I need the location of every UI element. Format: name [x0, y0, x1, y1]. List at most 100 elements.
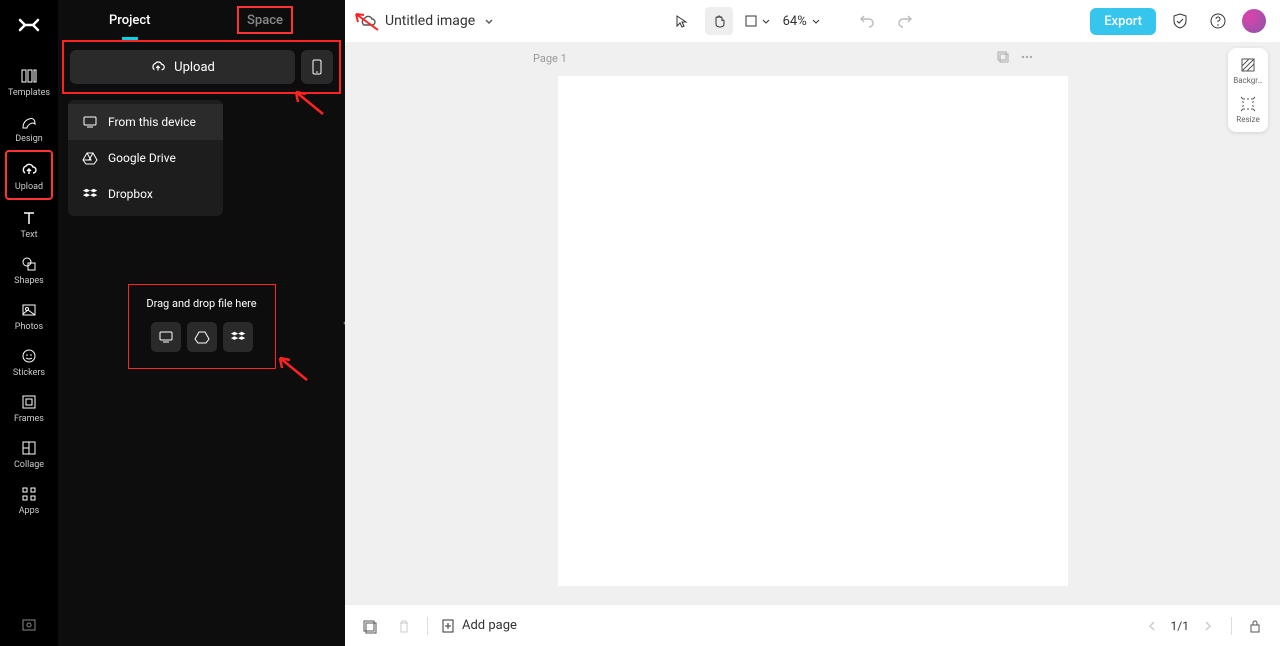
nav-stickers[interactable]: Stickers: [5, 338, 53, 384]
resize-icon: [1239, 95, 1257, 113]
nav-bottom-icon[interactable]: [20, 616, 38, 634]
nav-text[interactable]: Text: [5, 200, 53, 246]
annotation-arrow-icon: [272, 352, 312, 384]
nav-label: Photos: [15, 322, 43, 332]
mobile-icon: [310, 58, 324, 76]
upload-source-menu: From this device Google Drive Dropbox: [68, 100, 223, 216]
nav-label: Frames: [14, 414, 44, 424]
cloud-icon: [359, 12, 377, 30]
nav-label: Shapes: [14, 276, 44, 286]
rt-label: Resize: [1236, 115, 1259, 124]
nav-rail: Templates Design Upload Text Shapes Phot…: [0, 0, 58, 646]
delete-page-button[interactable]: [393, 615, 415, 637]
add-page-button[interactable]: Add page: [440, 618, 517, 634]
rt-label: Backgr…: [1233, 76, 1263, 85]
panel-tabs: Project Space: [58, 0, 345, 40]
upload-button[interactable]: Upload: [70, 50, 295, 84]
pages-overview-button[interactable]: [359, 615, 381, 637]
zoom-value: 64%: [783, 14, 807, 29]
side-panel: Project Space Upload From this device Go…: [58, 0, 345, 646]
tab-project[interactable]: Project: [58, 0, 202, 40]
background-tool[interactable]: Backgr…: [1233, 56, 1263, 85]
topbar: Untitled image 64% Export: [345, 0, 1280, 42]
export-button[interactable]: Export: [1090, 8, 1156, 35]
menu-item-device[interactable]: From this device: [68, 104, 223, 140]
nav-label: Design: [15, 134, 43, 144]
separator: [1231, 617, 1232, 635]
nav-upload[interactable]: Upload: [5, 150, 53, 200]
canvas-viewport[interactable]: Page 1 Backgr… Resize: [345, 42, 1280, 604]
document-title: Untitled image: [385, 13, 475, 29]
help-button[interactable]: [1204, 7, 1232, 35]
photos-icon: [19, 300, 39, 320]
design-icon: [19, 112, 39, 132]
drop-source-icons: [137, 322, 267, 352]
frames-icon: [19, 392, 39, 412]
cursor-tool-button[interactable]: [667, 7, 695, 35]
next-page-button[interactable]: [1197, 615, 1219, 637]
shield-button[interactable]: [1166, 7, 1194, 35]
redo-button[interactable]: [891, 7, 919, 35]
drop-device-button[interactable]: [151, 322, 181, 352]
add-page-label: Add page: [462, 618, 517, 633]
nav-frames[interactable]: Frames: [5, 384, 53, 430]
undo-button[interactable]: [853, 7, 881, 35]
user-avatar[interactable]: [1242, 9, 1266, 33]
collage-icon: [19, 438, 39, 458]
upload-label: Upload: [174, 60, 215, 75]
lock-button[interactable]: [1244, 615, 1266, 637]
hand-tool-button[interactable]: [705, 7, 733, 35]
chevron-down-icon: [483, 15, 495, 27]
device-icon: [82, 114, 98, 130]
canvas-size-dropdown[interactable]: [743, 13, 771, 29]
menu-item-dropbox[interactable]: Dropbox: [68, 176, 223, 212]
add-page-icon: [440, 618, 456, 634]
nav-apps[interactable]: Apps: [5, 476, 53, 522]
google-drive-icon: [194, 330, 210, 344]
menu-label: Google Drive: [108, 151, 176, 165]
drop-gdrive-button[interactable]: [187, 322, 217, 352]
drop-area[interactable]: Drag and drop file here: [128, 284, 276, 369]
title-area[interactable]: Untitled image: [359, 12, 495, 30]
nav-label: Stickers: [13, 368, 45, 378]
bottombar: Add page 1/1: [345, 604, 1280, 646]
nav-collage[interactable]: Collage: [5, 430, 53, 476]
zoom-dropdown[interactable]: 64%: [781, 14, 821, 29]
page-nav: 1/1: [1141, 615, 1219, 637]
stickers-icon: [19, 346, 39, 366]
drop-dropbox-button[interactable]: [223, 322, 253, 352]
resize-tool[interactable]: Resize: [1236, 95, 1259, 124]
right-tools: Backgr… Resize: [1228, 48, 1268, 132]
canvas-page[interactable]: [558, 76, 1068, 586]
page-action-icons: [996, 50, 1034, 64]
nav-photos[interactable]: Photos: [5, 292, 53, 338]
menu-label: From this device: [108, 115, 196, 129]
separator: [427, 617, 428, 635]
more-icon[interactable]: [1020, 50, 1034, 64]
nav-label: Apps: [19, 506, 40, 516]
apps-icon: [19, 484, 39, 504]
dropbox-icon: [230, 330, 246, 344]
app-logo[interactable]: [14, 10, 44, 40]
prev-page-button[interactable]: [1141, 615, 1163, 637]
templates-icon: [19, 66, 39, 86]
nav-label: Upload: [15, 182, 43, 192]
google-drive-icon: [82, 150, 98, 166]
upload-mobile-button[interactable]: [301, 50, 333, 84]
menu-label: Dropbox: [108, 187, 153, 201]
shapes-icon: [19, 254, 39, 274]
nav-shapes[interactable]: Shapes: [5, 246, 53, 292]
upload-row: Upload: [62, 40, 341, 94]
nav-label: Templates: [8, 88, 50, 98]
menu-item-gdrive[interactable]: Google Drive: [68, 140, 223, 176]
nav-templates[interactable]: Templates: [5, 58, 53, 104]
nav-design[interactable]: Design: [5, 104, 53, 150]
dropbox-icon: [82, 186, 98, 202]
device-icon: [158, 330, 174, 344]
duplicate-page-icon[interactable]: [996, 50, 1010, 64]
page-counter: 1/1: [1171, 619, 1189, 633]
background-icon: [1239, 56, 1257, 74]
text-icon: [19, 208, 39, 228]
tab-space[interactable]: Space: [237, 6, 293, 34]
nav-label: Text: [20, 230, 37, 240]
